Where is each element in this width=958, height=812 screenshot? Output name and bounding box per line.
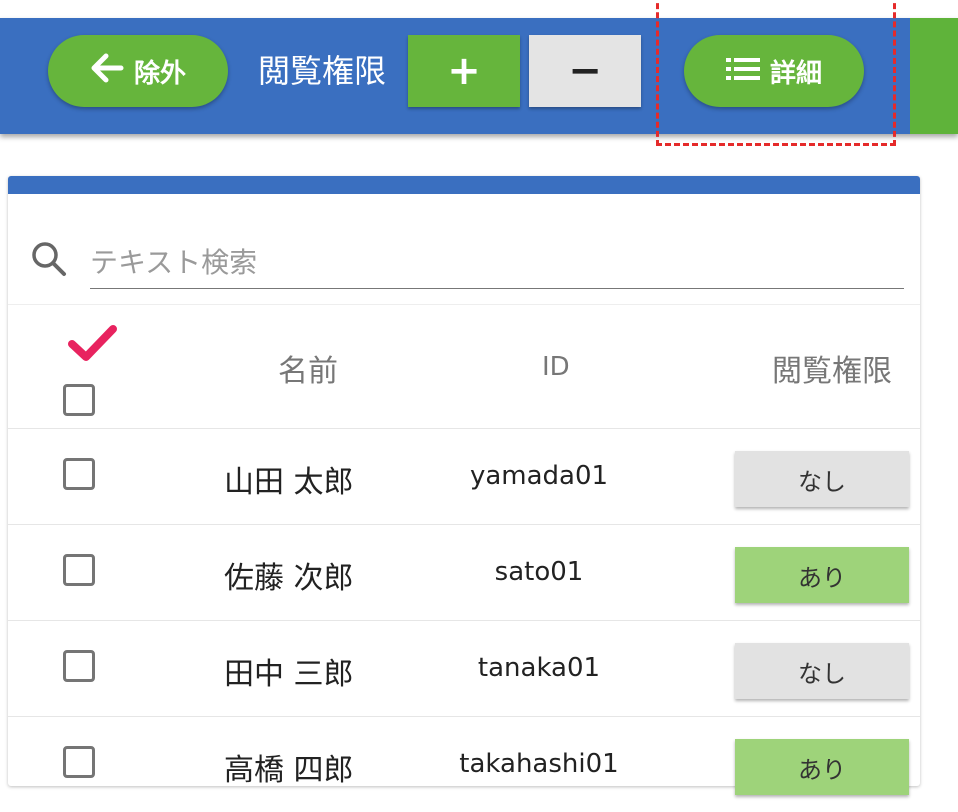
column-header-permission[interactable]: 閲覧権限: [772, 346, 892, 390]
highlight-frame: [656, 0, 896, 146]
user-id: takahashi01: [459, 749, 619, 779]
table-row[interactable]: 高橋 四郎 takahashi01 あり: [8, 716, 920, 812]
exclude-button[interactable]: 除外: [48, 35, 228, 107]
toolbar-edge: [910, 18, 958, 134]
row-checkbox[interactable]: [63, 554, 95, 586]
user-name: 山田 太郎: [224, 465, 354, 500]
add-permission-button[interactable]: +: [408, 35, 520, 107]
row-checkbox[interactable]: [63, 650, 95, 682]
exclude-button-label: 除外: [133, 58, 186, 89]
column-header-name[interactable]: 名前: [278, 346, 338, 390]
permission-toggle[interactable]: あり: [735, 547, 909, 603]
row-checkbox[interactable]: [63, 746, 95, 778]
column-header-id[interactable]: ID: [542, 352, 570, 382]
user-id: sato01: [494, 557, 584, 587]
permission-toggle[interactable]: なし: [735, 643, 909, 699]
search-input[interactable]: [90, 236, 904, 289]
table-row[interactable]: 佐藤 次郎 sato01 あり: [8, 524, 920, 620]
panel-header-bar: [8, 176, 920, 194]
arrow-left-icon: [90, 53, 124, 90]
user-id: tanaka01: [477, 653, 601, 683]
permission-toggle[interactable]: なし: [735, 451, 909, 507]
user-name: 佐藤 次郎: [224, 561, 354, 596]
search-icon: [30, 240, 68, 282]
permission-label: 閲覧権限: [258, 52, 387, 90]
user-id: yamada01: [469, 461, 609, 491]
table-row[interactable]: 山田 太郎 yamada01 なし: [8, 428, 920, 524]
divider: [8, 304, 920, 305]
select-all-checkbox[interactable]: [63, 384, 95, 416]
user-name: 田中 三郎: [224, 657, 354, 692]
table-row[interactable]: 田中 三郎 tanaka01 なし: [8, 620, 920, 716]
remove-permission-button[interactable]: −: [529, 35, 641, 107]
user-list-panel: 名前 ID 閲覧権限 山田 太郎 yamada01 なし 佐藤 次郎 sato0…: [8, 176, 920, 795]
checkmark-icon: [68, 324, 118, 368]
permission-toggle[interactable]: あり: [735, 739, 909, 795]
user-name: 高橋 四郎: [224, 753, 354, 788]
row-checkbox[interactable]: [63, 458, 95, 490]
